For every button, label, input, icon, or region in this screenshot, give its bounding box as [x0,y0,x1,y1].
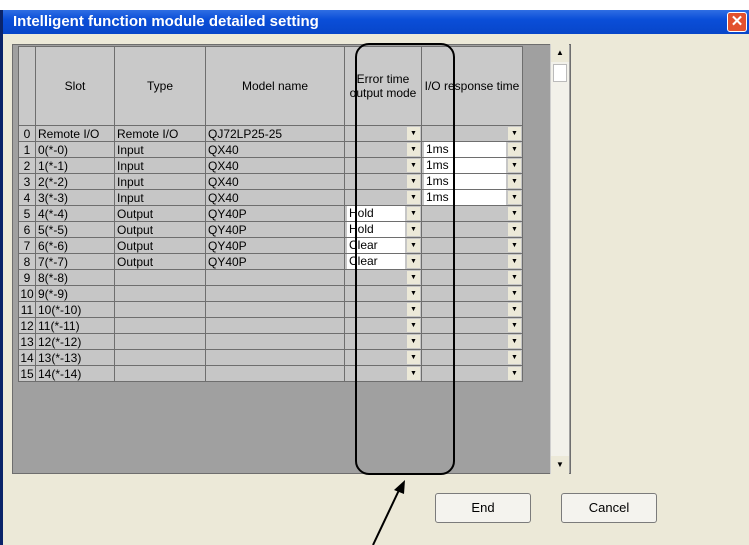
chevron-down-icon[interactable]: ▼ [508,271,521,284]
slot-cell: 7(*-7) [35,253,115,270]
model-name-cell [205,365,345,382]
model-name-cell [205,269,345,286]
model-name-cell: QY40P [205,253,345,270]
slot-cell: 13(*-13) [35,349,115,366]
row-number: 3 [18,173,36,190]
type-cell: Output [114,205,206,222]
chevron-down-icon[interactable]: ▼ [508,207,521,220]
header-rownum [18,46,36,126]
model-name-cell [205,333,345,350]
type-cell: Output [114,237,206,254]
chevron-down-icon[interactable]: ▼ [508,223,521,236]
row-number: 15 [18,365,36,382]
slot-cell: 11(*-11) [35,317,115,334]
slot-cell: 10(*-10) [35,301,115,318]
chevron-down-icon[interactable]: ▼ [508,287,521,300]
model-name-cell [205,317,345,334]
type-cell [114,349,206,366]
row-number: 9 [18,269,36,286]
type-cell: Output [114,253,206,270]
row-number: 1 [18,141,36,158]
row-number: 14 [18,349,36,366]
type-cell: Output [114,221,206,238]
model-name-cell: QY40P [205,205,345,222]
window-title: Intelligent function module detailed set… [13,13,319,30]
slot-cell: 14(*-14) [35,365,115,382]
vertical-scrollbar[interactable]: ▲ ▼ [550,44,569,474]
slot-cell: 8(*-8) [35,269,115,286]
close-icon: ✕ [730,13,744,30]
row-number: 13 [18,333,36,350]
row-number: 11 [18,301,36,318]
row-number: 4 [18,189,36,206]
type-cell: Remote I/O [114,125,206,142]
arrow-up-icon[interactable]: ▲ [551,44,569,62]
chevron-down-icon[interactable]: ▼ [508,143,521,156]
chevron-down-icon[interactable]: ▼ [508,367,521,380]
model-name-cell: QX40 [205,141,345,158]
slot-cell: Remote I/O [35,125,115,142]
model-name-cell: QY40P [205,237,345,254]
row-number: 0 [18,125,36,142]
row-number: 10 [18,285,36,302]
row-number: 2 [18,157,36,174]
model-name-cell: QX40 [205,157,345,174]
type-cell: Input [114,157,206,174]
header-model-name: Model name [205,46,345,126]
close-button[interactable]: ✕ [727,12,747,32]
slot-cell: 5(*-5) [35,221,115,238]
type-cell [114,317,206,334]
chevron-down-icon[interactable]: ▼ [508,159,521,172]
slot-cell: 12(*-12) [35,333,115,350]
chevron-down-icon[interactable]: ▼ [508,127,521,140]
chevron-down-icon[interactable]: ▼ [508,175,521,188]
slot-cell: 6(*-6) [35,237,115,254]
type-cell [114,301,206,318]
chevron-down-icon[interactable]: ▼ [508,351,521,364]
row-number: 8 [18,253,36,270]
slot-cell: 2(*-2) [35,173,115,190]
model-name-cell: QX40 [205,189,345,206]
end-button[interactable]: End [435,493,531,523]
row-number: 12 [18,317,36,334]
row-number: 7 [18,237,36,254]
chevron-down-icon[interactable]: ▼ [508,303,521,316]
row-number: 6 [18,221,36,238]
title-bar: Intelligent function module detailed set… [3,10,749,34]
chevron-down-icon[interactable]: ▼ [508,255,521,268]
model-name-cell [205,301,345,318]
slot-cell: 0(*-0) [35,141,115,158]
callout-arrow [372,480,405,545]
model-name-cell: QJ72LP25-25 [205,125,345,142]
type-cell: Input [114,173,206,190]
model-name-cell: QX40 [205,173,345,190]
model-name-cell: QY40P [205,221,345,238]
arrow-down-icon[interactable]: ▼ [551,456,569,474]
type-cell: Input [114,189,206,206]
type-cell [114,285,206,302]
model-name-cell [205,285,345,302]
type-cell [114,365,206,382]
row-number: 5 [18,205,36,222]
slot-cell: 3(*-3) [35,189,115,206]
slot-cell: 1(*-1) [35,157,115,174]
slot-cell: 9(*-9) [35,285,115,302]
type-cell [114,333,206,350]
type-cell: Input [114,141,206,158]
scroll-thumb[interactable] [553,64,567,82]
type-cell [114,269,206,286]
chevron-down-icon[interactable]: ▼ [508,335,521,348]
header-type: Type [114,46,206,126]
model-name-cell [205,349,345,366]
callout-highlight [355,43,455,475]
chevron-down-icon[interactable]: ▼ [508,239,521,252]
chevron-down-icon[interactable]: ▼ [508,319,521,332]
slot-cell: 4(*-4) [35,205,115,222]
cancel-button[interactable]: Cancel [561,493,657,523]
chevron-down-icon[interactable]: ▼ [508,191,521,204]
header-slot: Slot [35,46,115,126]
